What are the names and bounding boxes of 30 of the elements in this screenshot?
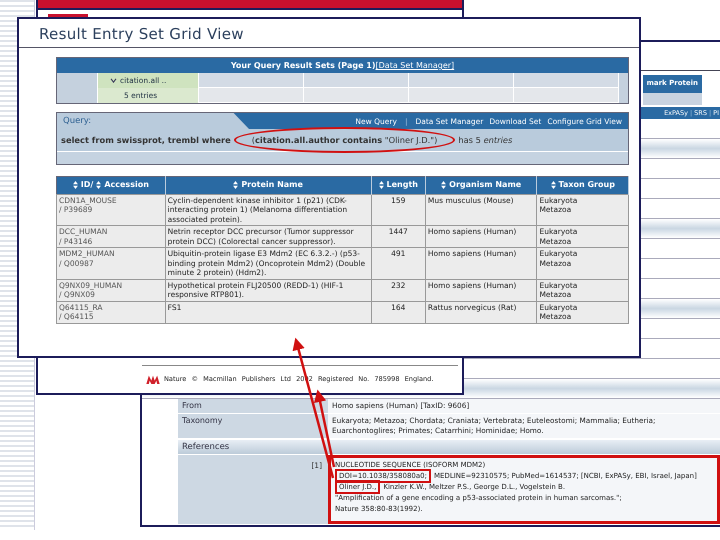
window-title: Result Entry Set Grid View [19, 19, 639, 48]
query-text: has 5 entries [458, 135, 512, 145]
sort-icon[interactable] [72, 180, 78, 188]
column-label: Length [386, 180, 418, 189]
column-label: Taxon Group [558, 180, 615, 189]
column-label: ID/ [80, 180, 94, 189]
query-text: select from swissprot, trembl where [61, 135, 231, 145]
field-label: Taxonomy [178, 414, 328, 438]
column-label: Accession [104, 180, 149, 189]
column-label: Protein Name [241, 180, 303, 189]
column-header[interactable]: Protein Name [165, 176, 372, 194]
query-condition: (citation.all.author contains "Oliner J.D.") [252, 135, 438, 145]
column-label: Organism Name [449, 180, 522, 189]
logo-icon [146, 374, 160, 384]
section-header: References [178, 440, 720, 454]
column-header[interactable]: Organism Name [425, 176, 537, 194]
column-header[interactable]: Taxon Group [536, 176, 628, 194]
expand-icon[interactable] [110, 78, 117, 83]
sort-icon[interactable] [550, 180, 556, 188]
sort-icon[interactable] [378, 180, 384, 188]
manager-link[interactable]: [Data Set Manager] [376, 61, 454, 70]
query-label: Query: [57, 113, 249, 129]
column-header[interactable]: ID/ Accession [56, 176, 166, 194]
sort-icon[interactable] [441, 180, 446, 188]
table-cell [619, 73, 628, 103]
field-label: From [178, 399, 328, 413]
sort-icon[interactable] [96, 180, 102, 188]
column-header[interactable]: Length [371, 176, 426, 194]
sort-icon[interactable] [233, 180, 238, 188]
panel-title: Your Query Result Sets (Page 1) [230, 61, 376, 70]
